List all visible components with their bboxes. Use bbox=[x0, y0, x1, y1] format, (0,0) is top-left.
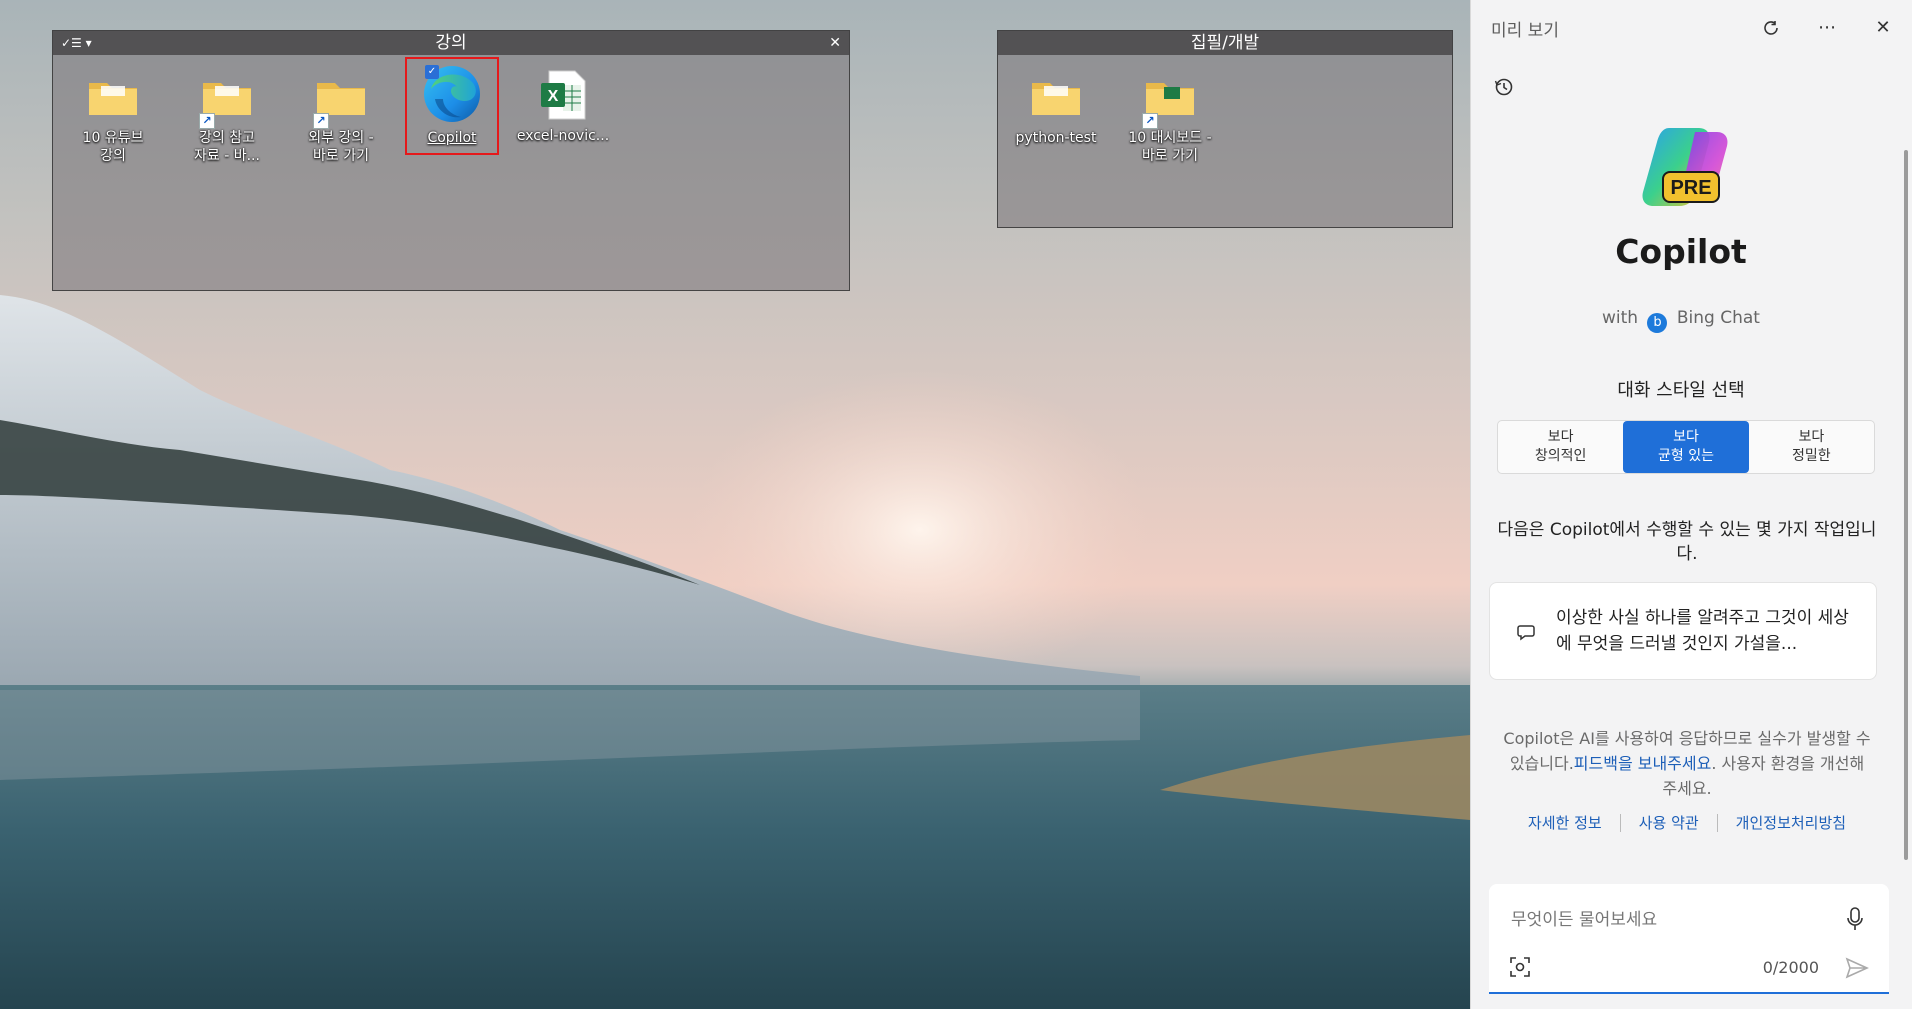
chat-input[interactable] bbox=[1509, 904, 1833, 936]
folder-icon: ↗ bbox=[199, 69, 255, 129]
intro-text: 다음은 Copilot에서 수행할 수 있는 몇 가지 작업입니다. bbox=[1497, 520, 1877, 564]
history-button[interactable] bbox=[1493, 76, 1521, 104]
desktop: ✓☰ ▾ 강의 ✕ 10 유튜브 강의 ↗ 강의 참고 자료 - 바... ↗ … bbox=[0, 0, 1470, 1009]
copilot-logo: PRE bbox=[1639, 122, 1735, 214]
chat-composer: 0/2000 bbox=[1489, 884, 1889, 994]
logo-badge: PRE bbox=[1670, 177, 1711, 199]
desktop-icon-lecture-materials[interactable]: ↗ 강의 참고 자료 - 바... bbox=[179, 69, 275, 165]
edge-icon: ✓ bbox=[421, 63, 483, 125]
suggestion-text: 이상한 사실 하나를 알려주고 그것이 세상에 무엇을 드러낼 것인지 가설을.… bbox=[1556, 608, 1849, 654]
disclaimer: Copilot은 AI를 사용하여 응답하므로 실수가 발생할 수 있습니다.피… bbox=[1501, 726, 1873, 801]
close-button[interactable]: ✕ bbox=[1869, 14, 1897, 42]
panel-scrollbar[interactable] bbox=[1904, 150, 1908, 860]
close-icon: ✕ bbox=[1875, 17, 1891, 38]
refresh-icon bbox=[1764, 21, 1778, 35]
conversation-style-label: 대화 스타일 선택 bbox=[1617, 380, 1745, 401]
send-icon bbox=[1845, 957, 1869, 979]
suggestion-card[interactable]: 이상한 사실 하나를 알려주고 그것이 세상에 무엇을 드러낼 것인지 가설을.… bbox=[1489, 582, 1877, 680]
checkbox-checked-icon[interactable]: ✓ bbox=[425, 65, 439, 79]
shortcut-arrow-icon: ↗ bbox=[1142, 113, 1158, 129]
folder-icon bbox=[1028, 69, 1084, 125]
desktop-icon-label: 10 유튜브 강의 bbox=[82, 130, 144, 164]
desktop-icon-external-lectures[interactable]: ↗ 외부 강의 - 바로 가기 bbox=[293, 69, 389, 165]
svg-text:X: X bbox=[548, 88, 559, 105]
folder-icon: ↗ bbox=[1142, 69, 1198, 129]
bing-icon: b bbox=[1647, 313, 1668, 333]
character-count: 0/2000 bbox=[1762, 958, 1819, 977]
microphone-button[interactable] bbox=[1843, 904, 1867, 934]
shortcut-arrow-icon: ↗ bbox=[313, 113, 329, 129]
app-name: Copilot bbox=[1615, 232, 1747, 271]
fence-close-button[interactable]: ✕ bbox=[829, 31, 841, 55]
footer-links: 자세한 정보 사용 약관 개인정보처리방침 bbox=[1501, 812, 1873, 833]
fence-lectures[interactable]: ✓☰ ▾ 강의 ✕ 10 유튜브 강의 ↗ 강의 참고 자료 - 바... ↗ … bbox=[52, 30, 850, 291]
desktop-icon-python-test[interactable]: python-test bbox=[1008, 69, 1104, 147]
with-text: with bbox=[1602, 308, 1639, 328]
bing-chat-text: Bing Chat bbox=[1676, 308, 1760, 328]
fence-lectures-titlebar[interactable]: ✓☰ ▾ 강의 ✕ bbox=[53, 31, 849, 55]
fence-lectures-title: 강의 bbox=[435, 33, 467, 53]
desktop-icon-label: Copilot bbox=[427, 130, 477, 146]
style-balanced-button[interactable]: 보다 균형 있는 bbox=[1623, 421, 1749, 473]
screenshot-icon bbox=[1510, 957, 1530, 977]
fence-menu-button[interactable]: ✓☰ ▾ bbox=[61, 31, 92, 55]
send-button[interactable] bbox=[1843, 954, 1871, 982]
folder-icon: ↗ bbox=[313, 69, 369, 129]
feedback-link[interactable]: 피드백을 보내주세요 bbox=[1574, 754, 1712, 773]
fence-writing-dev-titlebar[interactable]: 집필/개발 bbox=[998, 31, 1452, 55]
folder-icon bbox=[85, 69, 141, 125]
fence-writing-dev-title: 집필/개발 bbox=[1190, 33, 1260, 53]
terms-link[interactable]: 사용 약관 bbox=[1621, 812, 1717, 833]
privacy-link[interactable]: 개인정보처리방침 bbox=[1718, 812, 1864, 833]
fence-writing-dev[interactable]: 집필/개발 python-test ↗ 10 대시보드 - 바로 가기 bbox=[997, 30, 1453, 228]
desktop-icon-label: 외부 강의 - 바로 가기 bbox=[308, 130, 374, 164]
panel-title: 미리 보기 bbox=[1491, 21, 1559, 41]
with-bing-chat: with b Bing Chat bbox=[1471, 308, 1891, 333]
refresh-button[interactable] bbox=[1757, 14, 1785, 42]
desktop-icon-label: 강의 참고 자료 - 바... bbox=[194, 130, 260, 164]
history-icon bbox=[1494, 78, 1513, 96]
desktop-icon-label: excel-novic... bbox=[516, 128, 610, 144]
conversation-style-selector: 보다 창의적인 보다 균형 있는 보다 정밀한 bbox=[1497, 420, 1875, 474]
desktop-icon-copilot[interactable]: ✓ Copilot bbox=[404, 63, 500, 147]
panel-header: 미리 보기 ⋯ ✕ bbox=[1471, 0, 1912, 56]
desktop-icon-label: python-test bbox=[1015, 130, 1097, 146]
chat-bubble-icon bbox=[1517, 625, 1535, 641]
excel-icon: X bbox=[535, 67, 591, 123]
shortcut-arrow-icon: ↗ bbox=[199, 113, 215, 129]
desktop-icon-excel-file[interactable]: X excel-novic... bbox=[515, 67, 611, 145]
copilot-panel: 미리 보기 ⋯ ✕ PRE Copilot with b Bing Chat 대… bbox=[1470, 0, 1912, 1009]
style-creative-button[interactable]: 보다 창의적인 bbox=[1498, 421, 1623, 473]
more-button[interactable]: ⋯ bbox=[1813, 14, 1841, 42]
desktop-icon-dashboard[interactable]: ↗ 10 대시보드 - 바로 가기 bbox=[1122, 69, 1218, 165]
learn-more-link[interactable]: 자세한 정보 bbox=[1510, 812, 1620, 833]
style-precise-button[interactable]: 보다 정밀한 bbox=[1749, 421, 1874, 473]
microphone-icon bbox=[1847, 907, 1863, 930]
desktop-icon-label: 10 대시보드 - 바로 가기 bbox=[1128, 130, 1212, 164]
screenshot-button[interactable] bbox=[1507, 954, 1533, 980]
more-icon: ⋯ bbox=[1818, 17, 1836, 38]
desktop-icon-youtube-lectures[interactable]: 10 유튜브 강의 bbox=[65, 69, 161, 165]
